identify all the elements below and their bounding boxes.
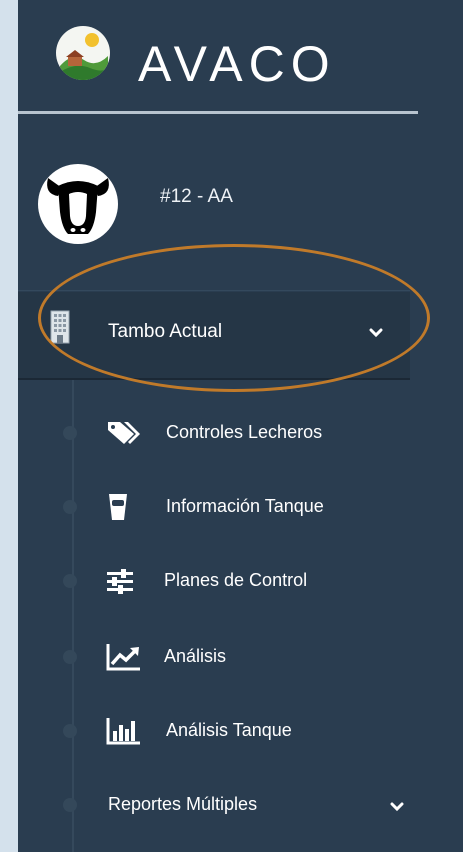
submenu-item-label: Reportes Múltiples <box>108 794 258 814</box>
tree-node-dot <box>63 724 77 738</box>
avatar <box>38 164 118 244</box>
brand-header[interactable]: AVACO <box>18 0 463 112</box>
tank-icon <box>106 492 142 522</box>
tree-node-dot <box>63 426 77 440</box>
submenu-item-label: Planes de Control <box>164 570 308 590</box>
tree-node-dot <box>63 574 77 588</box>
chevron-down-icon[interactable] <box>368 326 384 340</box>
submenu-item-controles-lecheros[interactable]: Controles Lecheros <box>18 398 410 468</box>
user-panel[interactable]: #12 - AA <box>18 150 463 250</box>
bar-chart-icon <box>106 716 142 746</box>
brand-name: AVACO <box>138 36 336 92</box>
building-icon <box>50 310 70 344</box>
brand-divider <box>18 111 418 114</box>
submenu-item-informacion-tanque[interactable]: Información Tanque <box>18 472 410 542</box>
chevron-down-icon[interactable] <box>390 800 404 812</box>
menu-item-label: Tambo Actual <box>108 321 223 342</box>
menu-divider <box>18 290 410 291</box>
submenu-item-label: Información Tanque <box>166 496 324 516</box>
submenu-item-reportes-multiples[interactable]: Reportes Múltiples <box>18 770 410 840</box>
submenu-item-label: Controles Lecheros <box>166 422 323 442</box>
line-chart-icon <box>106 642 142 672</box>
sliders-icon <box>106 566 142 596</box>
submenu-item-analisis[interactable]: Análisis <box>18 622 410 692</box>
submenu-item-analisis-tanque[interactable]: Análisis Tanque <box>18 696 410 766</box>
submenu-item-planes-de-control[interactable]: Planes de Control <box>18 546 410 616</box>
menu-item-divider <box>18 378 410 380</box>
user-name: #12 - AA <box>160 186 233 207</box>
sidebar: AVACO #12 - AA Tambo Actual Controles Le… <box>18 0 463 852</box>
brand-logo <box>56 26 110 80</box>
tags-icon <box>106 418 142 448</box>
submenu-item-label: Análisis <box>164 646 227 666</box>
submenu-item-label: Análisis Tanque <box>166 720 292 740</box>
tree-node-dot <box>63 500 77 514</box>
tree-node-dot <box>63 798 77 812</box>
menu-item-tambo-actual[interactable]: Tambo Actual <box>18 292 410 378</box>
tree-node-dot <box>63 650 77 664</box>
